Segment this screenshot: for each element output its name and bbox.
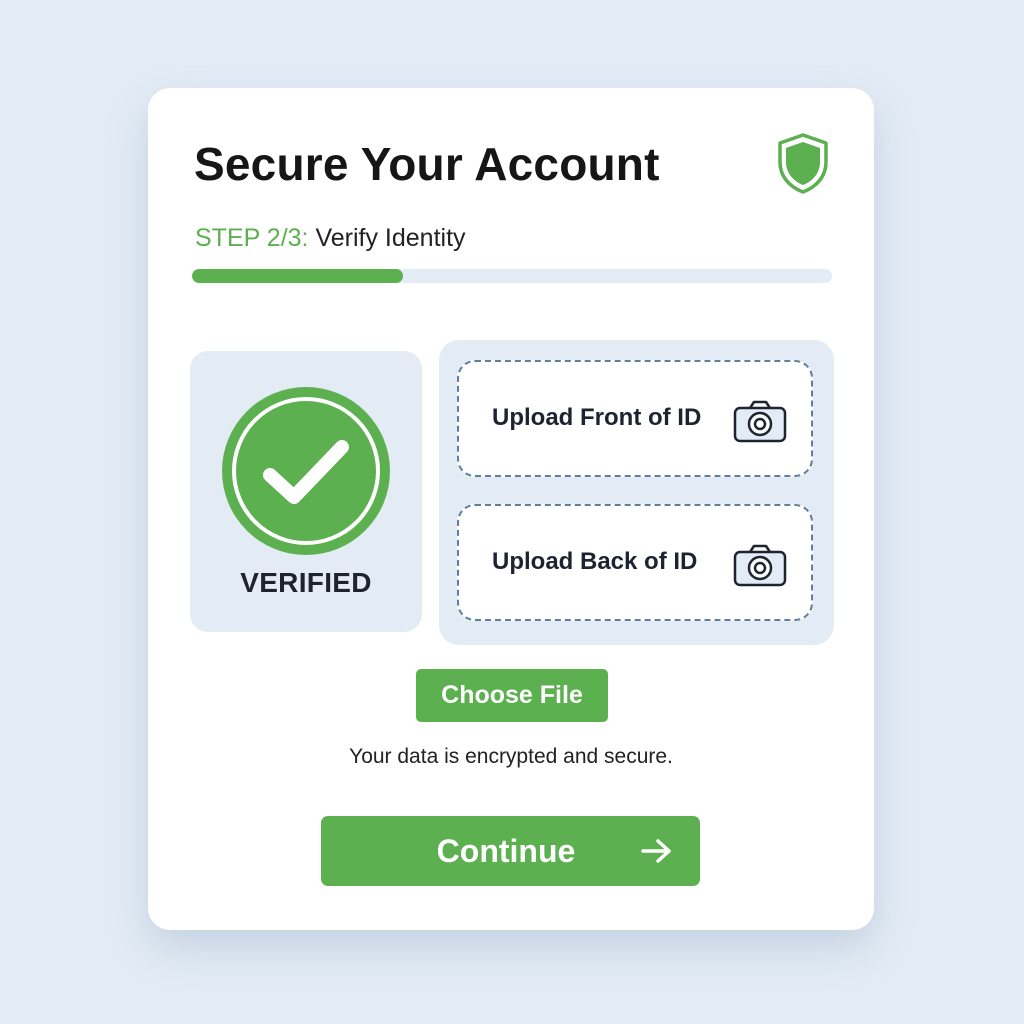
step-indicator: STEP 2/3: Verify Identity [195,222,466,254]
camera-icon [733,400,787,443]
verified-panel: VERIFIED [190,351,422,632]
upload-panel: Upload Front of ID Upload Back of ID [439,340,834,645]
page-title: Secure Your Account [194,138,660,190]
upload-front-dropzone[interactable]: Upload Front of ID [457,360,813,477]
step-title: Verify Identity [315,224,466,252]
progress-fill [192,269,404,283]
camera-icon [733,544,787,587]
progress-bar [192,269,832,283]
step-number: STEP 2/3: [195,224,309,252]
verified-status-label: VERIFIED [240,567,372,598]
verification-card: Secure Your Account STEP 2/3: Verify Ide… [148,88,874,930]
continue-button[interactable]: Continue [321,816,700,886]
choose-file-button[interactable]: Choose File [416,669,608,722]
upload-back-label: Upload Back of ID [492,548,698,575]
continue-label: Continue [436,833,576,869]
security-note: Your data is encrypted and secure. [349,745,673,768]
shield-icon [778,133,828,194]
arrow-right-icon [641,839,671,863]
upload-back-dropzone[interactable]: Upload Back of ID [457,504,813,621]
upload-front-label: Upload Front of ID [492,404,702,431]
check-circle-icon [222,387,390,555]
